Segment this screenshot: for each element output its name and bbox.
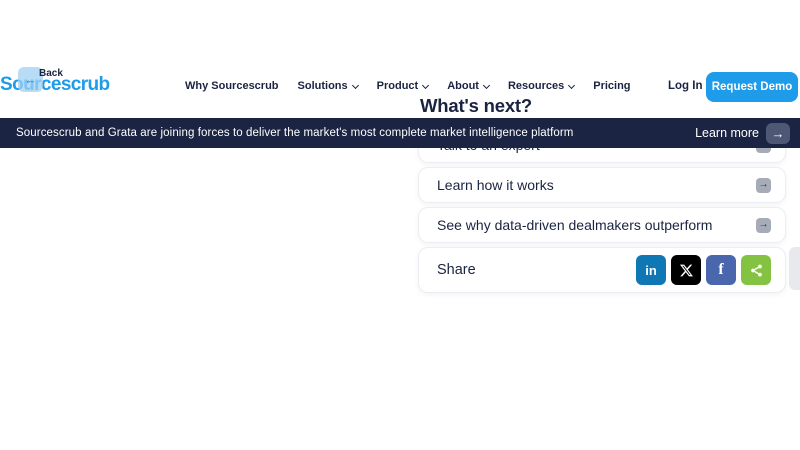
- nav-item-label: Product: [377, 80, 419, 92]
- linkedin-share-button[interactable]: in: [636, 255, 666, 285]
- nav-item-resources[interactable]: Resources: [508, 80, 574, 92]
- announcement-banner: Sourcescrub and Grata are joining forces…: [0, 118, 800, 148]
- request-demo-button[interactable]: Request Demo: [706, 72, 798, 102]
- chevron-down-icon: [568, 81, 575, 88]
- linkedin-icon: in: [645, 263, 657, 278]
- chevron-down-icon: [352, 81, 359, 88]
- share-nodes-icon: [749, 263, 764, 278]
- nav-item-pricing[interactable]: Pricing: [593, 80, 630, 92]
- nav-item-label: Resources: [508, 80, 564, 92]
- arrow-right-icon[interactable]: →: [756, 178, 771, 193]
- nav-item-solutions[interactable]: Solutions: [298, 80, 358, 92]
- chevron-down-icon: [422, 81, 429, 88]
- x-twitter-icon: [680, 264, 693, 277]
- next-links-list: Talk to an expert → Learn how it works →…: [418, 127, 786, 293]
- share-label: Share: [437, 262, 476, 278]
- next-link-label: Learn how it works: [437, 177, 554, 193]
- nav-item-label: Solutions: [298, 80, 348, 92]
- site-header: Sourcescrub ← Back Why Sourcescrub Solut…: [0, 0, 800, 97]
- nav-item-label: About: [447, 80, 479, 92]
- nav-item-label: Pricing: [593, 80, 630, 92]
- offscreen-share-widget: [789, 247, 800, 290]
- back-label: Back: [39, 68, 63, 79]
- arrow-right-icon[interactable]: →: [756, 218, 771, 233]
- arrow-left-icon: ←: [24, 72, 37, 87]
- nav-item-product[interactable]: Product: [377, 80, 429, 92]
- page: What's next? Talk to an expert → Learn h…: [0, 0, 800, 450]
- x-twitter-share-button[interactable]: [671, 255, 701, 285]
- nav-item-why-sourcescrub[interactable]: Why Sourcescrub: [185, 80, 279, 92]
- facebook-share-button[interactable]: f: [706, 255, 736, 285]
- next-link-dealmakers-outperform[interactable]: See why data-driven dealmakers outperfor…: [418, 207, 786, 243]
- next-link-label: See why data-driven dealmakers outperfor…: [437, 217, 712, 233]
- arrow-right-icon[interactable]: →: [766, 123, 790, 144]
- next-link-learn-how-it-works[interactable]: Learn how it works →: [418, 167, 786, 203]
- banner-learn-more-link[interactable]: Learn more: [695, 126, 759, 140]
- share-buttons: in f: [636, 255, 771, 285]
- chevron-down-icon: [483, 81, 490, 88]
- share-more-button[interactable]: [741, 255, 771, 285]
- main-nav: Why Sourcescrub Solutions Product About …: [185, 80, 631, 92]
- nav-item-about[interactable]: About: [447, 80, 489, 92]
- share-row: Share in f: [418, 247, 786, 293]
- whats-next-heading: What's next?: [420, 95, 532, 117]
- facebook-icon: f: [718, 261, 723, 279]
- banner-message: Sourcescrub and Grata are joining forces…: [16, 127, 695, 139]
- nav-item-label: Why Sourcescrub: [185, 80, 279, 92]
- login-link[interactable]: Log In: [668, 80, 703, 92]
